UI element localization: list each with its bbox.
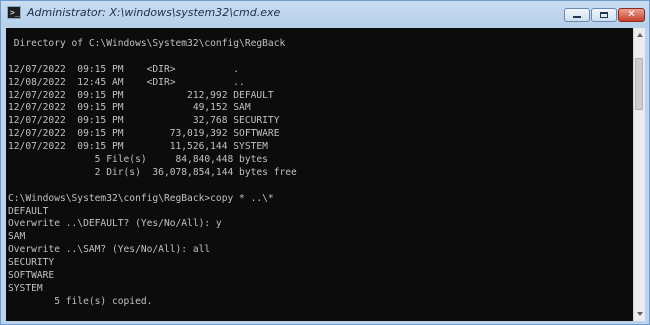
close-button[interactable]: ✕ (618, 8, 645, 22)
console-line: 5 file(s) copied. (8, 295, 153, 307)
maximize-button[interactable] (591, 8, 617, 22)
title-bar[interactable]: >_ Administrator: X:\windows\system32\cm… (1, 1, 649, 27)
console-line: 12/07/2022 09:15 PM 32,768 SECURITY (8, 115, 280, 127)
console-line: 12/07/2022 09:15 PM <DIR> . (8, 63, 240, 75)
console-line: Overwrite ..\SAM? (Yes/No/All): all (8, 244, 211, 256)
window-title: Administrator: X:\windows\system32\cmd.e… (27, 6, 281, 19)
cmd-window: >_ Administrator: X:\windows\system32\cm… (0, 0, 650, 325)
console-text: Directory of C:\Windows\System32\config\… (6, 28, 633, 309)
console-line: SECURITY (8, 257, 55, 269)
console-line: 12/08/2022 12:45 AM <DIR> .. (8, 76, 245, 88)
close-icon: ✕ (627, 9, 636, 20)
minimize-button[interactable] (564, 8, 590, 22)
console-line: Overwrite ..\DEFAULT? (Yes/No/All): y (8, 218, 222, 230)
console-line: DEFAULT (8, 205, 49, 217)
chevron-down-icon (636, 312, 643, 316)
vertical-scrollbar[interactable] (633, 28, 645, 321)
console-line: SAM (8, 231, 26, 243)
console-line: 12/07/2022 09:15 PM 73,019,392 SOFTWARE (8, 128, 280, 140)
console-line: Directory of C:\Windows\System32\config\… (8, 38, 286, 49)
console-line: SOFTWARE (8, 270, 55, 282)
console-line: SYSTEM (8, 282, 43, 294)
console-line: 5 File(s) 84,840,448 bytes (8, 154, 268, 166)
console-line: 12/07/2022 09:15 PM 212,992 DEFAULT (8, 89, 274, 101)
console-line: 2 Dir(s) 36,078,854,144 bytes free (8, 166, 297, 178)
scroll-down-button[interactable] (634, 307, 645, 321)
console-line: C:\Windows\System32\config\RegBack>copy … (8, 192, 274, 204)
minimize-icon (573, 16, 581, 18)
console-line: 12/07/2022 09:15 PM 49,152 SAM (8, 102, 251, 114)
maximize-icon (600, 12, 608, 18)
chevron-up-icon (636, 33, 643, 37)
console-line: 12/07/2022 09:15 PM 11,526,144 SYSTEM (8, 141, 268, 153)
scrollbar-thumb[interactable] (635, 58, 643, 110)
scroll-up-button[interactable] (634, 28, 645, 42)
console-output[interactable]: Directory of C:\Windows\System32\config\… (6, 28, 633, 321)
cmd-icon[interactable]: >_ (7, 6, 21, 19)
